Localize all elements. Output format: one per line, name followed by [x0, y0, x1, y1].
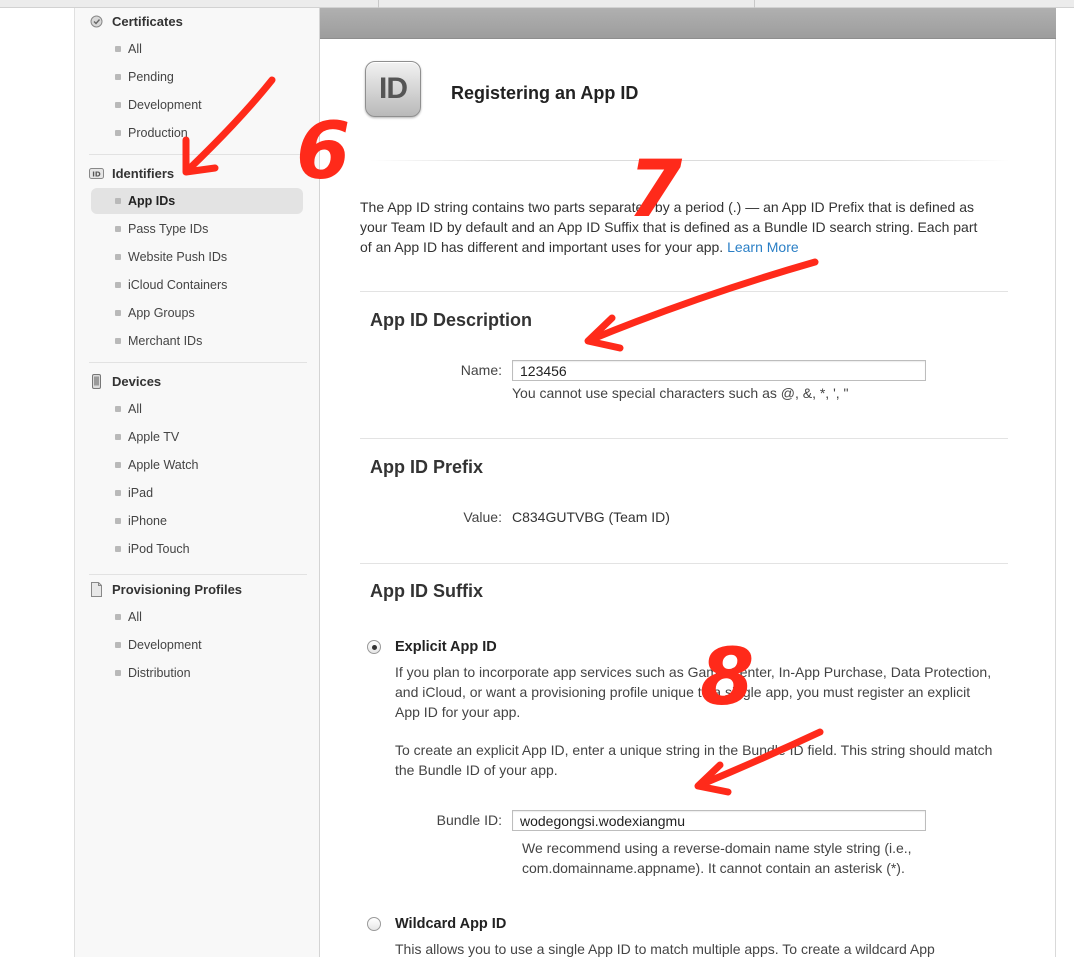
section-divider: [360, 438, 1008, 439]
page: Certificates All Pending Development Pro…: [0, 0, 1074, 957]
sidebar-heading-label: Certificates: [112, 13, 183, 29]
sidebar-item-label: All: [128, 610, 142, 624]
bundle-id-input[interactable]: [512, 810, 926, 831]
sidebar-item-iphone[interactable]: iPhone: [91, 508, 303, 534]
wildcard-app-id-description: This allows you to use a single App ID t…: [395, 941, 935, 957]
learn-more-link[interactable]: Learn More: [727, 239, 799, 255]
section-title-suffix: App ID Suffix: [370, 581, 483, 601]
name-hint: You cannot use special characters such a…: [512, 385, 849, 401]
prefix-value-label: Value:: [463, 509, 502, 525]
main-content: ID Registering an App ID The App ID stri…: [320, 39, 1056, 957]
sidebar-heading-identifiers[interactable]: ID Identifiers: [89, 162, 174, 184]
bundle-id-label: Bundle ID:: [436, 812, 502, 828]
explicit-app-id-title[interactable]: Explicit App ID: [395, 639, 497, 655]
sidebar-item-label: All: [128, 42, 142, 56]
sidebar-item-app-ids[interactable]: App IDs: [91, 188, 303, 214]
sidebar-item-label: Website Push IDs: [128, 250, 228, 264]
sidebar-item-devices-all[interactable]: All: [91, 396, 303, 422]
title-divider: [370, 160, 1010, 161]
sidebar-heading-certificates[interactable]: Certificates: [89, 10, 183, 32]
sidebar-item-label: Development: [128, 98, 202, 112]
sidebar-item-label: iPod Touch: [128, 542, 190, 556]
app-id-icon: ID: [365, 61, 421, 117]
bundle-id-hint: We recommend using a reverse-domain name…: [522, 840, 912, 876]
browser-tab-strip: [0, 0, 1074, 8]
prefix-value: C834GUTVBG (Team ID): [512, 509, 670, 525]
wildcard-app-id-title[interactable]: Wildcard App ID: [395, 916, 506, 932]
sidebar-item-merchant-ids[interactable]: Merchant IDs: [91, 328, 303, 354]
sidebar-item-website-push-ids[interactable]: Website Push IDs: [91, 244, 303, 270]
sidebar-item-ipad[interactable]: iPad: [91, 480, 303, 506]
sidebar-item-profiles-all[interactable]: All: [91, 604, 303, 630]
sidebar-item-icloud-containers[interactable]: iCloud Containers: [91, 272, 303, 298]
sidebar-item-certificates-pending[interactable]: Pending: [91, 64, 303, 90]
tab-separator: [378, 0, 379, 8]
sidebar-divider: [89, 154, 307, 155]
sidebar-item-label: iCloud Containers: [128, 278, 228, 292]
sidebar-item-label: iPhone: [128, 514, 167, 528]
sidebar-heading-provisioning-profiles[interactable]: Provisioning Profiles: [89, 578, 242, 600]
sidebar-item-label: Production: [128, 126, 188, 140]
id-badge-icon: ID: [89, 166, 104, 181]
section-divider: [360, 563, 1008, 564]
sidebar-item-label: App IDs: [128, 194, 176, 208]
explicit-app-id-description: If you plan to incorporate app services …: [395, 664, 992, 720]
sidebar-heading-label: Devices: [112, 373, 162, 389]
sidebar-item-label: Apple Watch: [128, 458, 199, 472]
sidebar-item-certificates-development[interactable]: Development: [91, 92, 303, 118]
sidebar-item-label: All: [128, 402, 142, 416]
sidebar-item-certificates-production[interactable]: Production: [91, 120, 303, 146]
section-title-description: App ID Description: [370, 310, 533, 330]
svg-text:ID: ID: [92, 170, 101, 178]
sidebar-heading-devices[interactable]: Devices: [89, 370, 161, 392]
sidebar-item-label: Distribution: [128, 666, 191, 680]
explicit-app-id-radio[interactable]: [367, 640, 381, 654]
sidebar-item-label: Pass Type IDs: [128, 222, 209, 236]
sidebar-item-pass-type-ids[interactable]: Pass Type IDs: [91, 216, 303, 242]
document-icon: [89, 581, 104, 597]
sidebar-heading-label: Identifiers: [112, 165, 175, 181]
sidebar-item-label: Development: [128, 638, 202, 652]
sidebar-item-label: iPad: [128, 486, 154, 500]
device-icon: [89, 373, 104, 389]
sidebar-heading-label: Provisioning Profiles: [112, 581, 243, 597]
section-divider: [360, 291, 1008, 292]
tab-separator: [754, 0, 755, 8]
sidebar-item-apple-watch[interactable]: Apple Watch: [91, 452, 303, 478]
sidebar-divider: [89, 362, 307, 363]
sidebar-item-label: Merchant IDs: [128, 334, 203, 348]
sidebar-item-profiles-distribution[interactable]: Distribution: [91, 660, 303, 686]
explicit-app-id-instructions: To create an explicit App ID, enter a un…: [395, 742, 993, 778]
sidebar-divider: [89, 574, 307, 575]
sidebar: Certificates All Pending Development Pro…: [74, 8, 320, 957]
content-toolbar: [320, 8, 1056, 39]
page-title: Registering an App ID: [451, 83, 639, 103]
sidebar-item-label: Apple TV: [128, 430, 180, 444]
sidebar-item-certificates-all[interactable]: All: [91, 36, 303, 62]
section-title-prefix: App ID Prefix: [370, 457, 484, 477]
sidebar-item-app-groups[interactable]: App Groups: [91, 300, 303, 326]
sidebar-item-apple-tv[interactable]: Apple TV: [91, 424, 303, 450]
name-label: Name:: [460, 362, 502, 378]
intro-paragraph: The App ID string contains two parts sep…: [360, 197, 990, 257]
sidebar-item-label: Pending: [128, 70, 174, 84]
sidebar-item-label: App Groups: [128, 306, 195, 320]
name-input[interactable]: [512, 360, 926, 381]
sidebar-item-profiles-development[interactable]: Development: [91, 632, 303, 658]
certificate-icon: [89, 14, 104, 29]
wildcard-app-id-radio[interactable]: [367, 917, 381, 931]
sidebar-item-ipod-touch[interactable]: iPod Touch: [91, 536, 303, 562]
intro-text: The App ID string contains two parts sep…: [360, 199, 978, 255]
